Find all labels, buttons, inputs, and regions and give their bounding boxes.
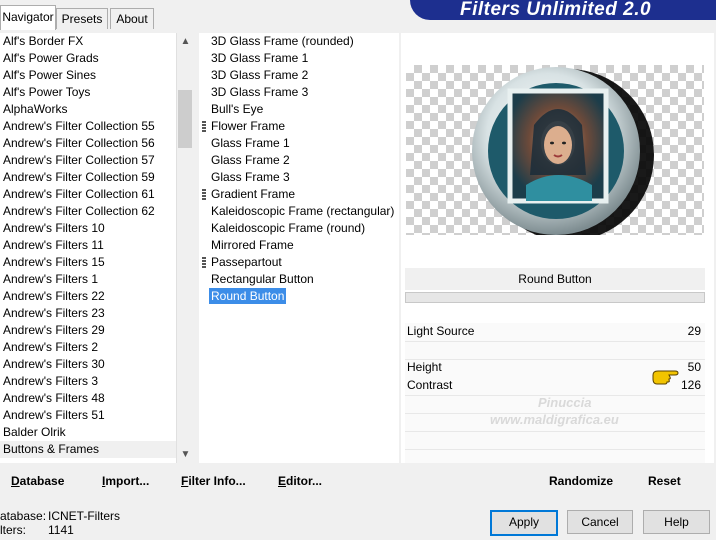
category-item[interactable]: Andrew's Filter Collection 57 [0,152,176,169]
param-light-source[interactable]: Light Source 29 [407,323,703,339]
scroll-down-icon[interactable]: ▼ [177,446,194,463]
cancel-button[interactable]: Cancel [567,510,633,534]
filter-item-label: Gradient Frame [211,187,296,201]
pointing-hand-icon [652,370,679,385]
help-button[interactable]: Help [643,510,710,534]
filter-item-label: 3D Glass Frame 1 [211,51,309,65]
filter-item[interactable]: Passepartout [199,254,399,271]
category-item[interactable]: Andrew's Filters 30 [0,356,176,373]
filter-item[interactable]: Mirrored Frame [199,237,399,254]
filter-item-label: Mirrored Frame [211,238,294,252]
filter-item[interactable]: Round Button [199,288,399,305]
editor-button[interactable]: Editor... [278,474,322,488]
app-title: Filters Unlimited 2.0 [460,0,652,20]
filter-item[interactable]: 3D Glass Frame 1 [199,50,399,67]
filter-item[interactable]: Kaleidoscopic Frame (round) [199,220,399,237]
filter-item[interactable]: 3D Glass Frame (rounded) [199,33,399,50]
category-item[interactable]: Alf's Power Sines [0,67,176,84]
filter-item[interactable]: Glass Frame 2 [199,152,399,169]
filter-item[interactable]: Bull's Eye [199,101,399,118]
category-item[interactable]: Andrew's Filter Collection 56 [0,135,176,152]
scroll-thumb[interactable] [178,90,192,148]
category-item[interactable]: Andrew's Filter Collection 62 [0,203,176,220]
category-item[interactable]: Andrew's Filters 2 [0,339,176,356]
filter-title: Round Button [405,268,705,290]
category-item[interactable]: AlphaWorks [0,101,176,118]
filter-item-label: Rectangular Button [211,272,314,286]
category-item[interactable]: Andrew's Filter Collection 59 [0,169,176,186]
category-item[interactable]: Alf's Power Toys [0,84,176,101]
filter-item[interactable]: Gradient Frame [199,186,399,203]
filter-list[interactable]: 3D Glass Frame (rounded) 3D Glass Frame 1… [199,33,399,463]
filter-item[interactable]: Rectangular Button [199,271,399,288]
category-item[interactable]: Alf's Border FX [0,33,176,50]
bottom-toolbar-right: Randomize Reset [405,466,705,494]
category-item[interactable]: Andrew's Filter Collection 55 [0,118,176,135]
filter-item-label: Round Button [209,288,287,304]
category-item[interactable]: Buttons & Frames [0,441,176,458]
category-list[interactable]: Alf's Border FX Alf's Power Grads Alf's Po… [0,33,176,463]
randomize-button[interactable]: Randomize [549,474,613,488]
preview-image [406,65,704,235]
watermark: Pinuccia www.maldigrafica.eu [490,395,619,427]
bottom-toolbar-left: Database Import... Filter Info... Editor… [0,466,400,494]
tab-navigator[interactable]: Navigator [0,5,56,30]
category-item[interactable]: Alf's Power Grads [0,50,176,67]
group-marker-icon [202,257,206,268]
filter-item-label: 3D Glass Frame (rounded) [211,34,354,48]
apply-button[interactable]: Apply [490,510,558,536]
category-item[interactable]: Andrew's Filters 29 [0,322,176,339]
category-item[interactable]: Andrew's Filters 11 [0,237,176,254]
category-item[interactable]: Andrew's Filters 48 [0,390,176,407]
database-button[interactable]: Database [11,474,64,488]
filter-item[interactable]: Kaleidoscopic Frame (rectangular) [199,203,399,220]
category-item[interactable]: Balder Olrik [0,424,176,441]
filter-item-label: Kaleidoscopic Frame (round) [211,221,366,235]
parameter-area: Light Source 29 Height 50 Contrast 126 [405,323,705,463]
group-marker-icon [202,189,206,200]
category-item[interactable]: Andrew's Filters 15 [0,254,176,271]
round-button-preview [472,67,654,235]
filter-item[interactable]: Flower Frame [199,118,399,135]
category-item[interactable]: Andrew's Filters 22 [0,288,176,305]
filter-item[interactable]: 3D Glass Frame 2 [199,67,399,84]
category-item[interactable]: Andrew's Filters 3 [0,373,176,390]
filter-item-label: Glass Frame 1 [211,136,290,150]
category-item[interactable]: Andrew's Filters 1 [0,271,176,288]
tab-about[interactable]: About [110,8,154,29]
filter-item-label: 3D Glass Frame 2 [211,68,309,82]
filter-item-label: Kaleidoscopic Frame (rectangular) [211,204,395,218]
title-banner: Filters Unlimited 2.0 [410,0,716,20]
filter-item-label: Passepartout [211,255,282,269]
filter-item[interactable]: 3D Glass Frame 3 [199,84,399,101]
reset-button[interactable]: Reset [648,474,681,488]
filter-item[interactable]: Glass Frame 1 [199,135,399,152]
filter-info-button[interactable]: Filter Info... [181,474,246,488]
group-marker-icon [202,121,206,132]
filter-item-label: 3D Glass Frame 3 [211,85,309,99]
category-item[interactable]: Andrew's Filters 23 [0,305,176,322]
filter-item-label: Flower Frame [211,119,286,133]
tab-strip: Navigator Presets About [0,0,400,30]
filter-item-label: Glass Frame 3 [211,170,290,184]
category-item[interactable]: Andrew's Filter Collection 61 [0,186,176,203]
tab-presets[interactable]: Presets [56,8,108,29]
filter-item-label: Bull's Eye [211,102,264,116]
category-item[interactable]: Andrew's Filters 10 [0,220,176,237]
filter-item[interactable]: Glass Frame 3 [199,169,399,186]
scroll-up-icon[interactable]: ▲ [177,33,194,50]
category-item[interactable]: Andrew's Filters 51 [0,407,176,424]
status-info: atabase: ICNET-Filters lters: 1141 [0,509,120,537]
import-button[interactable]: Import... [102,474,149,488]
progress-bar [405,292,705,303]
filter-item-label: Glass Frame 2 [211,153,290,167]
category-scrollbar[interactable]: ▲ ▼ [176,33,194,463]
